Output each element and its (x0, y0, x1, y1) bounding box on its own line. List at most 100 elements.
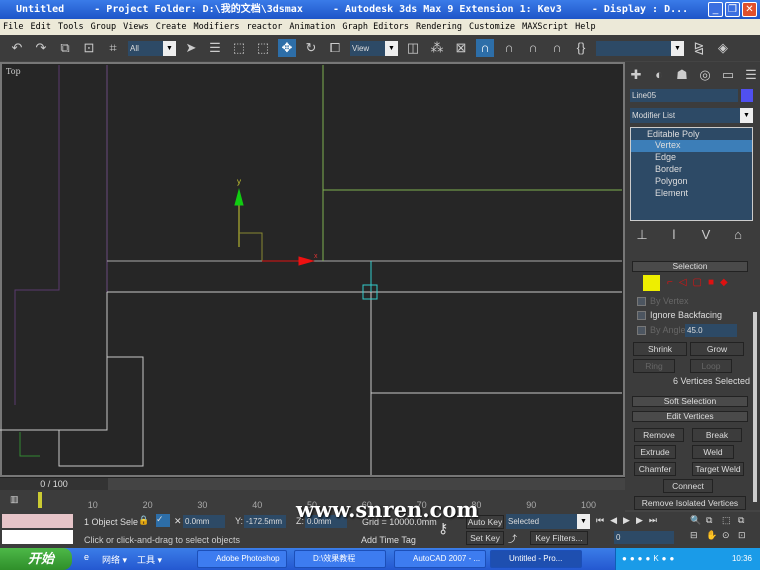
stack-item-edge[interactable]: Edge (631, 152, 752, 164)
set-key-button[interactable]: Set Key (466, 531, 504, 545)
soft-selection-rollout-header[interactable]: Soft Selection (632, 396, 748, 407)
menu-help[interactable]: Help (575, 19, 595, 35)
edit-vertices-rollout-header[interactable]: Edit Vertices (632, 411, 748, 422)
modifier-list-dropdown[interactable]: Modifier List ▼ (630, 108, 753, 123)
ignore-backfacing-checkbox[interactable]: Ignore Backfacing (637, 310, 722, 321)
grow-button[interactable]: Grow (690, 342, 744, 356)
spinner-snap-icon[interactable]: ∩ (548, 39, 566, 57)
hierarchy-tab-icon[interactable]: ☗ (673, 66, 691, 84)
angle-input[interactable]: 45.0 (685, 324, 737, 337)
menu-maxscript[interactable]: MAXScript (522, 19, 568, 35)
menu-file[interactable]: File (3, 19, 23, 35)
move-icon[interactable]: ✥ (278, 39, 296, 57)
chamfer-button[interactable]: Chamfer (634, 462, 676, 476)
undo-icon[interactable]: ↶ (8, 39, 26, 57)
pin-stack-icon[interactable]: ⊥ (633, 226, 651, 244)
remove-button[interactable]: Remove (634, 428, 684, 442)
shrink-button[interactable]: Shrink (633, 342, 687, 356)
stack-item-vertex[interactable]: Vertex (631, 140, 752, 152)
menu-create[interactable]: Create (156, 19, 187, 35)
utilities-tab-icon[interactable]: ☰ (742, 66, 760, 84)
quicklaunch-tools[interactable]: 工具 ▾ (137, 553, 162, 566)
prev-frame-icon[interactable]: ◀ (610, 515, 617, 526)
percent-snap-icon[interactable]: ∩ (524, 39, 542, 57)
arc-rotate-icon[interactable]: ⊙ (722, 530, 738, 541)
stack-item-editable-poly[interactable]: Editable Poly (631, 128, 752, 140)
target-weld-button[interactable]: Target Weld (692, 462, 744, 476)
unlink-icon[interactable]: ⊡ (80, 39, 98, 57)
extrude-button[interactable]: Extrude (634, 445, 676, 459)
viewport-top[interactable]: Top y x (0, 62, 625, 477)
manipulate-icon[interactable]: ⁂ (428, 39, 446, 57)
y-coordinate-input[interactable]: -172.5mm (244, 515, 286, 528)
zoom-extents-all-icon[interactable]: ⧉ (738, 515, 754, 526)
named-selection-dropdown[interactable]: ▼ (596, 40, 684, 56)
selection-rollout-header[interactable]: Selection (632, 261, 748, 272)
menu-group[interactable]: Group (91, 19, 117, 35)
mini-curve-editor-icon[interactable]: ▥ (10, 494, 19, 505)
bind-space-warp-icon[interactable]: ⌗ (104, 39, 122, 57)
show-end-result-icon[interactable]: ǀ (665, 226, 683, 244)
redo-icon[interactable]: ↷ (32, 39, 50, 57)
edit-named-selection-icon[interactable]: {} (572, 39, 590, 57)
snap-toggle-icon[interactable]: ∩ (476, 39, 494, 57)
loop-button[interactable]: Loop (690, 359, 732, 373)
menu-rendering[interactable]: Rendering (416, 19, 462, 35)
add-time-tag[interactable]: Add Time Tag (361, 535, 416, 545)
menu-animation[interactable]: Animation (289, 19, 335, 35)
keyboard-shortcut-icon[interactable]: ⊠ (452, 39, 470, 57)
ref-coord-dropdown[interactable]: View ▼ (350, 40, 398, 56)
key-mode-dropdown[interactable]: Selected ▼ (506, 514, 590, 529)
display-tab-icon[interactable]: ▭ (719, 66, 737, 84)
goto-start-icon[interactable]: ⏮ (596, 515, 604, 526)
x-coordinate-input[interactable]: 0.0mm (183, 515, 225, 528)
menu-reactor[interactable]: reactor (247, 19, 283, 35)
vertex-mode-icon[interactable] (643, 275, 660, 291)
menu-edit[interactable]: Edit (30, 19, 50, 35)
mirror-icon[interactable]: ⧎ (690, 39, 708, 57)
task-folder[interactable]: D:\效果教程 (294, 550, 386, 568)
subobject-mode-icons[interactable]: ⌐◁▢■◆ (667, 277, 734, 288)
create-tab-icon[interactable]: ✚ (627, 66, 645, 84)
zoom-all-icon[interactable]: ⧉ (706, 515, 722, 526)
task-photoshop[interactable]: Adobe Photoshop (197, 550, 287, 568)
break-button[interactable]: Break (692, 428, 742, 442)
align-icon[interactable]: ◈ (714, 39, 732, 57)
absolute-mode-icon[interactable]: ✓ (156, 514, 170, 527)
task-3dsmax[interactable]: Untitled - Pro... (490, 550, 582, 568)
time-slider[interactable]: 0 / 100 (0, 478, 108, 490)
default-tangent-icon[interactable]: ⤴ (508, 532, 517, 545)
object-name-input[interactable]: Line05 (630, 89, 738, 102)
key-filters-button[interactable]: Key Filters... (530, 531, 588, 545)
stack-item-border[interactable]: Border (631, 164, 752, 176)
stack-item-polygon[interactable]: Polygon (631, 176, 752, 188)
tray-icons[interactable]: ●●●●K●● (622, 554, 677, 563)
pivot-icon[interactable]: ◫ (404, 39, 422, 57)
window-crossing-icon[interactable]: ⬚ (254, 39, 272, 57)
field-of-view-icon[interactable]: ⊟ (690, 530, 706, 541)
pan-icon[interactable]: ✋ (706, 530, 722, 541)
by-angle-checkbox[interactable]: By Angle (637, 325, 686, 336)
current-frame-input[interactable]: 0 (614, 531, 674, 544)
menu-tools[interactable]: Tools (58, 19, 84, 35)
motion-tab-icon[interactable]: ◎ (696, 66, 714, 84)
menu-customize[interactable]: Customize (469, 19, 515, 35)
next-frame-icon[interactable]: ▶ (636, 515, 643, 526)
close-button[interactable]: ✕ (742, 2, 757, 17)
by-vertex-checkbox[interactable]: By Vertex (637, 296, 689, 307)
menu-modifiers[interactable]: Modifiers (193, 19, 239, 35)
quicklaunch-network[interactable]: 网络 ▾ (102, 553, 127, 566)
menu-views[interactable]: Views (123, 19, 149, 35)
zoom-extents-icon[interactable]: ⬚ (722, 515, 738, 526)
angle-snap-icon[interactable]: ∩ (500, 39, 518, 57)
start-button[interactable]: 开始 (0, 548, 72, 570)
maximize-button[interactable]: ❐ (725, 2, 740, 17)
task-autocad[interactable]: AutoCAD 2007 - ... (394, 550, 486, 568)
modify-tab-icon[interactable]: ◐ (650, 66, 668, 84)
rect-region-icon[interactable]: ⬚ (230, 39, 248, 57)
time-slider-track[interactable]: 0 / 100 (0, 477, 625, 490)
menu-graph-editors[interactable]: Graph Editors (342, 19, 409, 35)
rotate-icon[interactable]: ↻ (302, 39, 320, 57)
remove-isolated-button[interactable]: Remove Isolated Vertices (634, 496, 746, 510)
selection-filter-dropdown[interactable]: All ▼ (128, 40, 176, 56)
